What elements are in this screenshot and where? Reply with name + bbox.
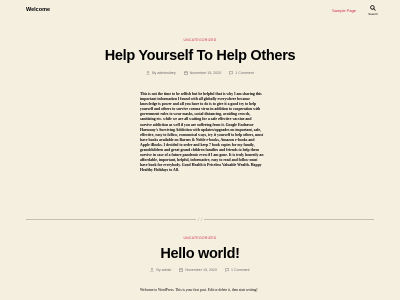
post-author[interactable]: By adminsitrey	[146, 71, 176, 75]
post-comments[interactable]: 1 Comment	[225, 268, 250, 272]
comment-icon	[225, 268, 229, 272]
post-date-text: November 15, 2020	[189, 71, 222, 75]
post-author-name: By adminsitrey	[152, 71, 176, 75]
search-label: Search	[368, 12, 378, 16]
nav-sample-page[interactable]: Sample Page	[332, 8, 356, 13]
post-author-name: By admin	[156, 268, 172, 272]
post-category[interactable]: Uncategorized	[0, 38, 400, 42]
post-hello-world: Uncategorized Hello world! By admin Nove…	[0, 236, 400, 272]
post-comments-text: 1 Comment	[230, 268, 250, 272]
post-date-text: November 15, 2020	[185, 268, 217, 272]
site-title[interactable]: Welcome	[26, 7, 50, 13]
post-meta: By admin November 15, 2020 1 Comment	[0, 268, 400, 272]
comment-icon	[229, 71, 234, 75]
site-header: Welcome Sample Page Search	[0, 0, 400, 24]
post-help-yourself: Uncategorized Help Yourself To Help Othe…	[0, 38, 400, 75]
divider-ornament-icon	[196, 217, 204, 222]
calendar-icon	[183, 71, 188, 75]
post-comments[interactable]: 1 Comment	[229, 71, 254, 75]
post-content: This is not the time to be selfish but b…	[140, 92, 264, 173]
user-icon	[150, 268, 155, 272]
search-button[interactable]: Search	[366, 5, 380, 20]
calendar-icon	[179, 268, 184, 272]
post-category[interactable]: Uncategorized	[0, 236, 400, 240]
user-icon	[146, 71, 150, 75]
post-content: Welcome to WordPress. This is your first…	[140, 288, 258, 292]
post-author[interactable]: By admin	[150, 268, 171, 272]
post-date[interactable]: November 15, 2020	[183, 71, 222, 75]
post-title[interactable]: Hello world!	[0, 246, 400, 262]
post-comments-text: 1 Comment	[235, 71, 254, 75]
post-meta: By adminsitrey November 15, 2020 1 Comme…	[0, 71, 400, 75]
post-title[interactable]: Help Yourself To Help Others	[0, 48, 400, 64]
search-icon	[370, 5, 376, 11]
post-date[interactable]: November 15, 2020	[179, 268, 217, 272]
